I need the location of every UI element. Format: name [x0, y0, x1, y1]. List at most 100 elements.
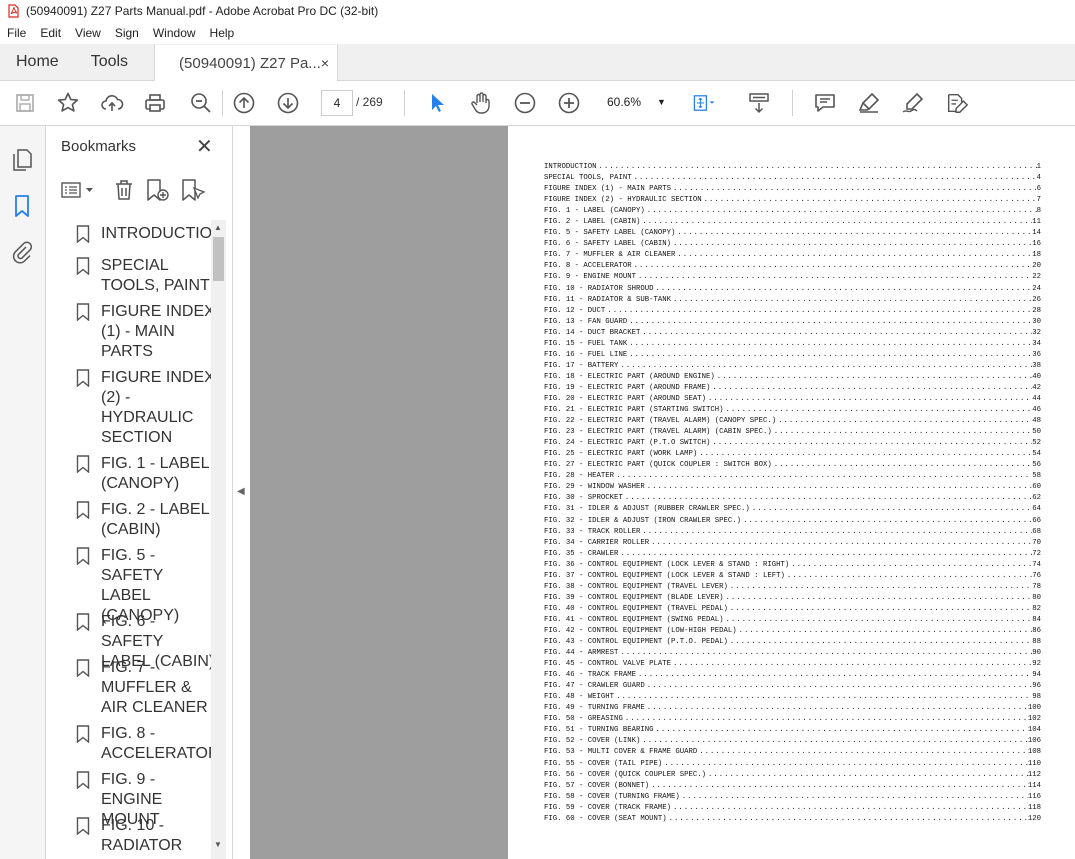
bookmark-star-icon[interactable] — [56, 91, 80, 115]
toc-row[interactable]: FIG. 55 - COVER (TAIL PIPE) 110 — [544, 759, 1041, 770]
toc-row[interactable]: FIGURE INDEX (1) - MAIN PARTS 6 — [544, 184, 1041, 195]
menu-window[interactable]: Window — [146, 26, 203, 40]
highlight-icon[interactable] — [857, 91, 881, 115]
menu-sign[interactable]: Sign — [108, 26, 146, 40]
toc-row[interactable]: FIG. 2 - LABEL (CABIN) 11 — [544, 217, 1041, 228]
toc-row[interactable]: FIG. 27 - ELECTRIC PART (QUICK COUPLER :… — [544, 460, 1041, 471]
toc-row[interactable]: FIG. 38 - CONTROL EQUIPMENT (TRAVEL LEVE… — [544, 582, 1041, 593]
save-icon[interactable] — [13, 91, 37, 115]
bookmark-search-icon[interactable] — [180, 178, 206, 202]
collapse-panel-icon[interactable]: ◀ — [237, 486, 245, 497]
toc-row[interactable]: INTRODUCTION 1 — [544, 162, 1041, 173]
toc-row[interactable]: FIG. 50 - GREASING 102 — [544, 714, 1041, 725]
toc-row[interactable]: FIG. 56 - COVER (QUICK COUPLER SPEC.) 112 — [544, 770, 1041, 781]
scrollbar-thumb[interactable] — [213, 237, 224, 281]
toc-row[interactable]: FIG. 60 - COVER (SEAT MOUNT) 120 — [544, 814, 1041, 825]
delete-icon[interactable] — [112, 178, 136, 202]
toc-row[interactable]: FIG. 9 - ENGINE MOUNT 22 — [544, 272, 1041, 283]
toc-row[interactable]: FIG. 16 - FUEL LINE 36 — [544, 350, 1041, 361]
toc-row[interactable]: FIG. 45 - CONTROL VALVE PLATE 92 — [544, 659, 1041, 670]
toc-row[interactable]: FIG. 23 - ELECTRIC PART (TRAVEL ALARM) (… — [544, 427, 1041, 438]
toc-row[interactable]: FIG. 6 - SAFETY LABEL (CABIN) 16 — [544, 239, 1041, 250]
toc-row[interactable]: FIG. 10 - RADIATOR SHROUD 24 — [544, 284, 1041, 295]
toc-row[interactable]: FIG. 31 - IDLER & ADJUST (RUBBER CRAWLER… — [544, 504, 1041, 515]
sign-icon[interactable] — [901, 91, 925, 115]
toc-row[interactable]: FIG. 13 - FAN GUARD 30 — [544, 317, 1041, 328]
bookmark-item[interactable]: FIG. 10 - RADIATOR — [76, 816, 211, 856]
toc-row[interactable]: FIG. 58 - COVER (TURNING FRAME) 116 — [544, 792, 1041, 803]
bookmark-item[interactable]: FIGURE INDEX (2) - HYDRAULIC SECTION — [76, 368, 211, 448]
select-arrow-icon[interactable] — [425, 91, 449, 115]
toc-row[interactable]: FIG. 49 - TURNING FRAME 100 — [544, 703, 1041, 714]
attachments-icon[interactable] — [10, 240, 34, 264]
toc-row[interactable]: FIG. 51 - TURNING BEARING 104 — [544, 725, 1041, 736]
bookmark-options-icon[interactable] — [60, 178, 96, 202]
bookmark-item[interactable]: FIG. 1 - LABEL (CANOPY) — [76, 454, 211, 494]
toc-row[interactable]: FIG. 21 - ELECTRIC PART (STARTING SWITCH… — [544, 405, 1041, 416]
toc-row[interactable]: FIG. 29 - WINDOW WASHER 60 — [544, 482, 1041, 493]
toc-row[interactable]: FIG. 44 - ARMREST 90 — [544, 648, 1041, 659]
tab-home[interactable]: Home — [0, 44, 75, 80]
scroll-down-icon[interactable]: ▼ — [214, 840, 222, 849]
toc-row[interactable]: FIG. 36 - CONTROL EQUIPMENT (LOCK LEVER … — [544, 560, 1041, 571]
page-down-icon[interactable] — [276, 91, 300, 115]
scroll-up-icon[interactable]: ▲ — [214, 223, 222, 232]
toc-row[interactable]: FIG. 37 - CONTROL EQUIPMENT (LOCK LEVER … — [544, 571, 1041, 582]
scroll-mode-icon[interactable] — [747, 91, 771, 115]
bookmarks-icon[interactable] — [10, 194, 34, 218]
pages-icon[interactable] — [10, 148, 34, 172]
toc-row[interactable]: FIG. 53 - MULTI COVER & FRAME GUARD 108 — [544, 747, 1041, 758]
menu-file[interactable]: File — [0, 26, 33, 40]
toc-row[interactable]: FIG. 18 - ELECTRIC PART (AROUND ENGINE) 4… — [544, 372, 1041, 383]
toc-row[interactable]: SPECIAL TOOLS, PAINT 4 — [544, 173, 1041, 184]
print-icon[interactable] — [143, 91, 167, 115]
toc-row[interactable]: FIG. 46 - TRACK FRAME 94 — [544, 670, 1041, 681]
bookmark-item[interactable]: INTRODUCTION — [76, 224, 211, 244]
bookmark-item[interactable]: FIG. 8 - ACCELERATOR — [76, 724, 211, 764]
new-bookmark-icon[interactable] — [145, 178, 171, 202]
toc-row[interactable]: FIG. 22 - ELECTRIC PART (TRAVEL ALARM) (… — [544, 416, 1041, 427]
toc-row[interactable]: FIGURE INDEX (2) - HYDRAULIC SECTION 7 — [544, 195, 1041, 206]
toc-row[interactable]: FIG. 19 - ELECTRIC PART (AROUND FRAME) 42 — [544, 383, 1041, 394]
bookmark-item[interactable]: SPECIAL TOOLS, PAINT — [76, 256, 211, 296]
toc-row[interactable]: FIG. 7 - MUFFLER & AIR CLEANER 18 — [544, 250, 1041, 261]
toc-row[interactable]: FIG. 8 - ACCELERATOR 20 — [544, 261, 1041, 272]
tab-tools[interactable]: Tools — [75, 44, 144, 80]
hand-icon[interactable] — [469, 91, 493, 115]
toc-row[interactable]: FIG. 20 - ELECTRIC PART (AROUND SEAT) 44 — [544, 394, 1041, 405]
toc-row[interactable]: FIG. 5 - SAFETY LABEL (CANOPY) 14 — [544, 228, 1041, 239]
toc-row[interactable]: FIG. 33 - TRACK ROLLER 68 — [544, 527, 1041, 538]
zoom-in-icon[interactable] — [557, 91, 581, 115]
toc-row[interactable]: FIG. 1 - LABEL (CANOPY) 8 — [544, 206, 1041, 217]
toc-row[interactable]: FIG. 34 - CARRIER ROLLER 70 — [544, 538, 1041, 549]
page-number-input[interactable]: 4 — [321, 90, 353, 116]
toc-row[interactable]: FIG. 24 - ELECTRIC PART (P.T.O SWITCH) 52 — [544, 438, 1041, 449]
toc-row[interactable]: FIG. 30 - SPROCKET 62 — [544, 493, 1041, 504]
toc-row[interactable]: FIG. 14 - DUCT BRACKET 32 — [544, 328, 1041, 339]
toc-row[interactable]: FIG. 59 - COVER (TRACK FRAME) 118 — [544, 803, 1041, 814]
toc-row[interactable]: FIG. 52 - COVER (LINK) 106 — [544, 736, 1041, 747]
comment-icon[interactable] — [813, 91, 837, 115]
bookmark-item[interactable]: FIGURE INDEX (1) - MAIN PARTS — [76, 302, 211, 362]
toc-row[interactable]: FIG. 15 - FUEL TANK 34 — [544, 339, 1041, 350]
tab-document[interactable]: (50940091) Z27 Pa... × — [154, 45, 339, 81]
toc-row[interactable]: FIG. 28 - HEATER 58 — [544, 471, 1041, 482]
fit-page-icon[interactable] — [692, 91, 716, 115]
toc-row[interactable]: FIG. 11 - RADIATOR & SUB-TANK 26 — [544, 295, 1041, 306]
zoom-out-icon[interactable] — [513, 91, 537, 115]
tab-close-icon[interactable]: × — [321, 55, 329, 71]
page-up-icon[interactable] — [232, 91, 256, 115]
toc-row[interactable]: FIG. 17 - BATTERY 38 — [544, 361, 1041, 372]
menu-view[interactable]: View — [68, 26, 108, 40]
toc-row[interactable]: FIG. 12 - DUCT 28 — [544, 306, 1041, 317]
fill-sign-icon[interactable] — [945, 91, 969, 115]
toc-row[interactable]: FIG. 35 - CRAWLER 72 — [544, 549, 1041, 560]
document-viewer[interactable]: INTRODUCTION1SPECIAL TOOLS, PAINT4FIGURE… — [250, 126, 1075, 859]
menu-help[interactable]: Help — [203, 26, 242, 40]
zoom-search-icon[interactable] — [189, 91, 213, 115]
zoom-select[interactable]: 60.6% ▼ — [601, 90, 671, 114]
bookmark-item[interactable]: FIG. 2 - LABEL (CABIN) — [76, 500, 211, 540]
bookmarks-scrollbar[interactable]: ▲ ▼ — [211, 220, 226, 859]
upload-icon[interactable] — [100, 91, 124, 115]
toc-row[interactable]: FIG. 25 - ELECTRIC PART (WORK LAMP) 54 — [544, 449, 1041, 460]
